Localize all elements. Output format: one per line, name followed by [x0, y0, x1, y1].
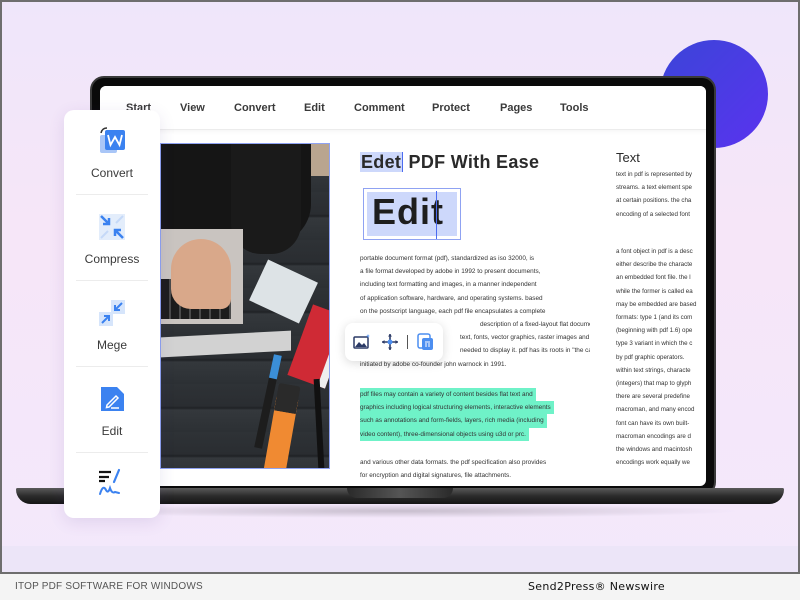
selected-title-word[interactable]: Edet [360, 152, 404, 172]
sidebar-divider [76, 452, 148, 453]
sidebar-label-convert: Convert [90, 166, 134, 180]
text-line: within text strings, characte [616, 366, 691, 374]
menu-view[interactable]: View [180, 102, 205, 114]
feature-sidebar: Convert Compress Mege Edit [64, 110, 160, 518]
footer-caption: ITOP PDF SOFTWARE FOR WINDOWS [15, 581, 203, 592]
merge-icon [97, 298, 127, 328]
side-paragraph-1: text in pdf is represented by streams. a… [616, 168, 706, 221]
image-floating-toolbar [345, 323, 443, 361]
menu-bar: Start View Convert Edit Comment Protect … [100, 86, 706, 130]
edit-pencil-icon [97, 384, 127, 414]
delete-copy-icon[interactable] [417, 333, 435, 351]
text-line: type 3 variant in which the c [616, 340, 693, 348]
bottom-band [2, 546, 798, 572]
text-line: portable document format (pdf), standard… [360, 255, 535, 262]
menu-pages[interactable]: Pages [500, 102, 532, 114]
move-icon[interactable] [381, 333, 399, 351]
footer-bar: ITOP PDF SOFTWARE FOR WINDOWS Send2Press… [0, 574, 800, 600]
text-line: an embedded font file. the l [616, 274, 691, 282]
highlighted-line: pdf files may contain a variety of conte… [360, 388, 536, 402]
signature-icon [97, 468, 127, 498]
sidebar-label-edit: Edit [101, 424, 123, 438]
sidebar-divider [76, 366, 148, 367]
side-panel-title: Text [616, 150, 640, 165]
text-line: either describe the characte [616, 261, 693, 269]
text-line: of application software, hardware, and o… [360, 294, 543, 302]
document-title[interactable]: Edet PDF With Ease [360, 152, 539, 173]
app-screen: Start View Convert Edit Comment Protect … [100, 86, 706, 486]
sidebar-item-edit[interactable]: Edit [64, 368, 160, 454]
text-line: while the former is called ea [616, 287, 693, 295]
side-paragraph-2: a font object in pdf is a desc either de… [616, 245, 706, 469]
text-line: font can have its own built- [616, 419, 690, 427]
text-line: may be embedded are based [616, 300, 697, 308]
text-line: streams. a text element spe [616, 184, 693, 192]
text-line: on the postscript language, each pdf fil… [360, 307, 546, 315]
text-line: (integers) that map to glyph [616, 380, 692, 388]
footer-brand: Send2Press® Newswire [528, 580, 665, 593]
image-ai-icon[interactable] [353, 333, 371, 351]
paragraph-3: and various other data formats. the pdf … [360, 456, 590, 482]
menu-edit[interactable]: Edit [304, 102, 325, 114]
text-line: by pdf graphic operators. [616, 353, 685, 361]
sidebar-label-merge: Mege [96, 338, 128, 352]
text-line: there are several predefine [616, 393, 690, 401]
sidebar-item-convert[interactable]: Convert [64, 110, 160, 196]
highlighted-line: graphics including logical structuring e… [360, 401, 554, 415]
text-line: a font object in pdf is a desc [616, 248, 693, 255]
text-line: a file format developed by adobe in 1992… [360, 268, 541, 276]
highlighted-line: video content), three-dimensional object… [360, 427, 529, 441]
toolbar-separator [407, 335, 408, 349]
sidebar-item-signature[interactable] [64, 454, 160, 518]
sidebar-item-compress[interactable]: Compress [64, 196, 160, 282]
text-line: for encryption and digital signatures, f… [360, 472, 511, 480]
menu-comment[interactable]: Comment [354, 102, 405, 114]
text-line: text in pdf is represented by [616, 171, 693, 178]
title-rest: PDF With Ease [403, 152, 540, 172]
laptop-shadow [62, 504, 742, 518]
text-line: (beginning with pdf 1.6) ope [616, 327, 693, 335]
menu-tools[interactable]: Tools [560, 102, 589, 114]
edit-word[interactable]: Edit [372, 191, 444, 233]
convert-word-icon [97, 126, 127, 156]
sidebar-divider [76, 194, 148, 195]
text-line: including text formatting and images, in… [360, 281, 537, 289]
menu-protect[interactable]: Protect [432, 102, 470, 114]
promo-frame: Start View Convert Edit Comment Protect … [2, 2, 798, 572]
highlighted-line: such as annotations and form-fields, lay… [360, 414, 547, 428]
menu-convert[interactable]: Convert [234, 102, 276, 114]
text-line: macroman encodings are d [616, 432, 691, 440]
text-line: the windows and macintosh [616, 446, 693, 454]
compress-icon [97, 212, 127, 242]
laptop-notch [347, 488, 453, 498]
text-line: encodings work equally we [616, 459, 690, 467]
text-cursor [436, 191, 437, 239]
text-line: formats: type 1 (and its com [616, 314, 693, 322]
text-line: encoding of a selected font [616, 210, 690, 218]
edit-text-box[interactable]: Edit [363, 188, 461, 240]
sidebar-item-merge[interactable]: Mege [64, 282, 160, 368]
highlighted-paragraph[interactable]: pdf files may contain a variety of conte… [360, 388, 590, 441]
sidebar-divider [76, 280, 148, 281]
text-line: macroman, and many encod [616, 406, 695, 414]
text-line: at certain positions. the cha [616, 197, 692, 205]
selected-image[interactable] [160, 143, 330, 469]
sidebar-label-compress: Compress [84, 252, 140, 266]
text-line: and various other data formats. the pdf … [360, 459, 547, 466]
